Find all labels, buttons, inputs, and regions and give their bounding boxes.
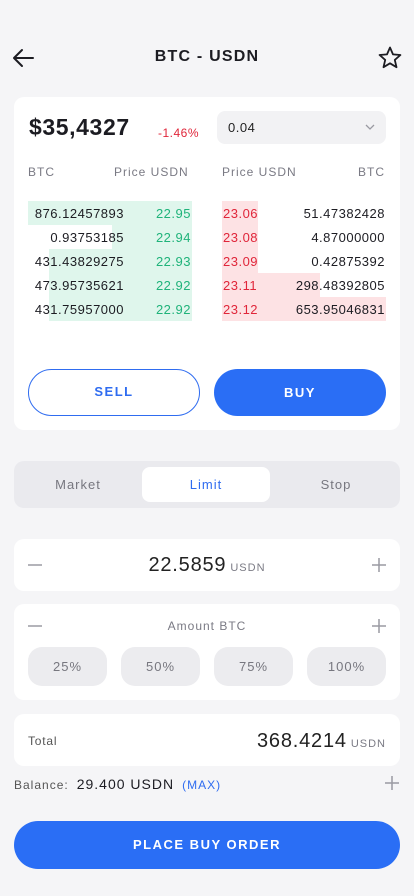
ask-row[interactable]: 23.06 51.47382428 xyxy=(222,201,386,225)
bid-price: 22.95 xyxy=(155,206,191,221)
preset-75-button[interactable]: 75% xyxy=(214,647,293,686)
tab-limit[interactable]: Limit xyxy=(142,467,270,502)
ask-row[interactable]: 23.09 0.42875392 xyxy=(222,249,386,273)
bid-qty: 431.43829275 xyxy=(34,254,124,269)
bid-qty: 0.93753185 xyxy=(50,230,124,245)
bid-row[interactable]: 0.93753185 22.94 xyxy=(28,225,192,249)
bid-qty: 473.95735621 xyxy=(34,278,124,293)
ask-price: 23.09 xyxy=(223,254,259,269)
header: BTC - USDN xyxy=(0,38,414,78)
favorite-button[interactable] xyxy=(376,44,404,72)
bid-qty: 876.12457893 xyxy=(34,206,124,221)
ask-row[interactable]: 23.12 653.95046831 xyxy=(222,297,386,321)
bid-header-price: Price USDN xyxy=(114,165,189,179)
star-icon xyxy=(378,46,402,69)
bid-price: 22.92 xyxy=(155,302,191,317)
orderbook-card: $35,4327 -1.46% 0.04 BTC Price USDN Pric… xyxy=(14,97,400,430)
ask-qty: 4.87000000 xyxy=(311,230,385,245)
ask-price: 23.11 xyxy=(223,278,258,293)
place-order-button[interactable]: PLACE BUY ORDER xyxy=(14,821,400,869)
price-input[interactable]: 22.5859 USDN xyxy=(14,539,400,591)
ticker-change: -1.46% xyxy=(158,126,200,140)
ask-row[interactable]: 23.11 298.48392805 xyxy=(222,273,386,297)
quantity-select-value: 0.04 xyxy=(228,120,256,135)
ask-row[interactable]: 23.08 4.87000000 xyxy=(222,225,386,249)
balance-value: 29.400 USDN xyxy=(76,776,175,792)
tab-market[interactable]: Market xyxy=(14,467,142,502)
ask-qty: 653.95046831 xyxy=(295,302,385,317)
bid-qty: 431.75957000 xyxy=(34,302,124,317)
bid-header-qty: BTC xyxy=(28,165,55,179)
total-unit: USDN xyxy=(350,738,386,750)
price-unit: USDN xyxy=(230,562,266,574)
total-value-wrap: 368.4214 USDN xyxy=(257,730,386,753)
ask-price: 23.08 xyxy=(223,230,259,245)
plus-icon[interactable] xyxy=(384,775,400,791)
bid-row[interactable]: 431.75957000 22.92 xyxy=(28,297,192,321)
bid-row[interactable]: 431.43829275 22.93 xyxy=(28,249,192,273)
ask-header-qty: BTC xyxy=(358,165,385,179)
chevron-down-icon xyxy=(365,124,375,130)
bid-price: 22.94 xyxy=(155,230,191,245)
total-label: Total xyxy=(28,734,58,748)
max-button[interactable]: (MAX) xyxy=(182,778,221,792)
plus-icon[interactable] xyxy=(371,618,387,634)
price-value: 22.5859 xyxy=(148,554,227,576)
page-title: BTC - USDN xyxy=(154,48,260,65)
total-value: 368.4214 xyxy=(257,730,347,752)
ask-price: 23.12 xyxy=(223,302,259,317)
amount-input[interactable]: Amount BTC 25% 50% 75% 100% xyxy=(14,604,400,700)
price-value-wrap: 22.5859 USDN xyxy=(14,554,400,577)
buy-button[interactable]: BUY xyxy=(214,369,386,416)
plus-icon[interactable] xyxy=(371,557,387,573)
ask-price: 23.06 xyxy=(223,206,259,221)
order-type-tabs: Market Limit Stop xyxy=(14,461,400,508)
ask-qty: 51.47382428 xyxy=(303,206,385,221)
quantity-select[interactable]: 0.04 xyxy=(217,111,386,144)
preset-100-button[interactable]: 100% xyxy=(307,647,386,686)
preset-25-button[interactable]: 25% xyxy=(28,647,107,686)
sell-button[interactable]: SELL xyxy=(28,369,200,416)
balance-row: Balance: 29.400 USDN (MAX) xyxy=(14,776,221,792)
ticker-price: $35,4327 xyxy=(29,114,130,140)
bid-price: 22.92 xyxy=(155,278,191,293)
balance-label: Balance: xyxy=(14,778,69,792)
bid-row[interactable]: 876.12457893 22.95 xyxy=(28,201,192,225)
tab-stop[interactable]: Stop xyxy=(272,467,400,502)
ask-header-price: Price USDN xyxy=(222,165,297,179)
bid-row[interactable]: 473.95735621 22.92 xyxy=(28,273,192,297)
preset-50-button[interactable]: 50% xyxy=(121,647,200,686)
bid-price: 22.93 xyxy=(155,254,191,269)
amount-label: Amount BTC xyxy=(167,619,247,633)
total-field: Total 368.4214 USDN xyxy=(14,714,400,766)
ask-qty: 0.42875392 xyxy=(311,254,385,269)
ask-qty: 298.48392805 xyxy=(295,278,385,293)
